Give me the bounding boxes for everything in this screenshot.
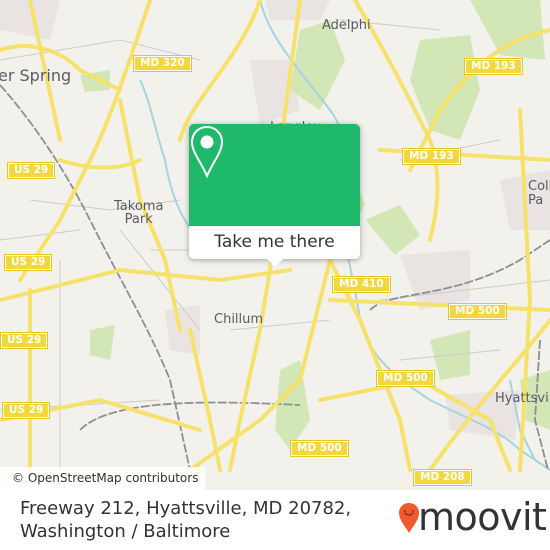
footer: Freeway 212, Hyattsville, MD 20782, Wash… — [0, 490, 550, 550]
location-pin-icon — [190, 125, 224, 179]
road-shield-md500: MD 500 — [376, 370, 435, 387]
road-shield-md193: MD 193 — [402, 148, 461, 165]
place-label-adelphi: Adelphi — [322, 18, 371, 33]
road-shield-us29: US 29 — [1, 402, 51, 419]
place-label-college-park: Coll Pa — [528, 179, 550, 208]
road-shield-md500: MD 500 — [448, 303, 507, 320]
place-label-silver-spring: er Spring — [0, 66, 72, 85]
popup-pointer — [267, 259, 283, 267]
popup-header — [189, 124, 360, 226]
road-shield-md500: MD 500 — [290, 440, 349, 457]
road-shield-md208: MD 208 — [413, 469, 472, 486]
place-label-chillum: Chillum — [214, 312, 264, 327]
map-attribution[interactable]: © OpenStreetMap contributors — [0, 467, 205, 490]
road-shield-us29: US 29 — [0, 332, 49, 349]
road-shield-us29: US 29 — [6, 162, 56, 179]
moovit-pin-icon — [399, 503, 419, 533]
take-me-there-button[interactable]: Take me there — [189, 226, 360, 259]
location-popup: Take me there — [189, 124, 360, 267]
place-label-takoma-park: Takoma Park — [114, 199, 164, 227]
road-shield-md193: MD 193 — [464, 58, 523, 75]
road-shield-us29: US 29 — [3, 254, 53, 271]
place-label-hyattsville: Hyattsvil — [495, 391, 550, 406]
road-shield-md410: MD 410 — [332, 276, 391, 293]
map-view[interactable]: er Spring Adelphi Langley Takoma Park Ch… — [0, 0, 550, 490]
address-text: Freeway 212, Hyattsville, MD 20782, Wash… — [20, 498, 352, 542]
road-shield-md320: MD 320 — [133, 55, 192, 72]
moovit-wordmark: moovit — [418, 495, 547, 539]
